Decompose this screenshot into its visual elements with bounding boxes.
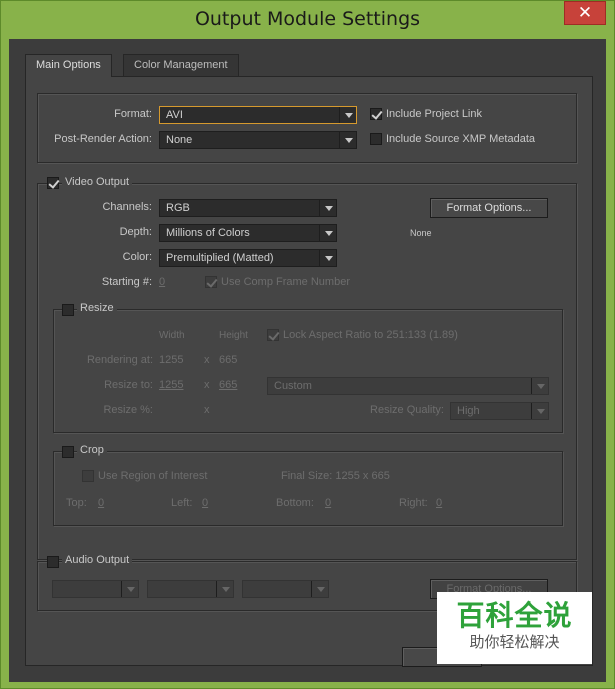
post-render-value: None [166, 134, 193, 146]
chevron-down-icon [531, 403, 548, 419]
channels-value: RGB [166, 202, 190, 214]
chevron-down-icon [531, 378, 548, 394]
resize-quality-value: High [457, 405, 480, 417]
render-width-value: 1255 [159, 354, 184, 366]
crop-label: Crop [77, 444, 107, 456]
percent-times: x [204, 404, 210, 416]
dialog-window: Output Module Settings ✕ Main Options Co… [0, 0, 615, 689]
render-times: x [204, 354, 210, 366]
video-output-label: Video Output [62, 176, 133, 188]
crop-bottom-label: Bottom: [276, 497, 314, 509]
video-output-group: Video Output Channels: RGB Depth: Millio… [37, 176, 577, 560]
lock-aspect-label: Lock Aspect Ratio to 251:133 (1.89) [283, 329, 458, 341]
depth-select[interactable]: Millions of Colors [159, 224, 337, 242]
chevron-down-icon [319, 200, 336, 216]
crop-left-field[interactable]: 0 [202, 497, 208, 509]
use-roi-checkbox[interactable] [82, 470, 94, 482]
post-render-label: Post-Render Action: [54, 133, 152, 145]
chevron-down-icon [319, 250, 336, 266]
rendering-at-label: Rendering at: [86, 354, 153, 366]
crop-left-label: Left: [171, 497, 193, 509]
resize-preset-value: Custom [274, 380, 312, 392]
codec-info-text: None [410, 228, 432, 238]
render-height-value: 665 [219, 354, 238, 366]
tab-main-options[interactable]: Main Options [25, 54, 112, 77]
format-group: Format: AVI Post-Render Action: None Inc… [37, 93, 577, 163]
chevron-down-icon [121, 581, 138, 597]
resize-width-field[interactable]: 1255 [159, 379, 183, 391]
main-options-panel: Format: AVI Post-Render Action: None Inc… [25, 76, 593, 666]
channels-select[interactable]: RGB [159, 199, 337, 217]
format-label: Format: [114, 108, 152, 120]
crop-top-label: Top: [66, 497, 87, 509]
resize-quality-select[interactable]: High [450, 402, 549, 420]
resize-checkbox[interactable] [62, 304, 74, 316]
width-header: Width [159, 330, 185, 341]
chevron-down-icon [339, 132, 356, 148]
starting-number-label: Starting #: [101, 276, 152, 288]
lock-aspect-checkbox[interactable] [267, 329, 279, 341]
watermark-title: 百科全说 [456, 599, 573, 632]
window-title: Output Module Settings [194, 8, 421, 30]
resize-height-field[interactable]: 665 [219, 379, 237, 391]
use-comp-frame-checkbox[interactable] [205, 276, 217, 288]
depth-value: Millions of Colors [166, 227, 250, 239]
chevron-down-icon [339, 107, 356, 123]
resize-to-label: Resize to: [104, 379, 153, 391]
resize-preset-select[interactable]: Custom [267, 377, 549, 395]
depth-label: Depth: [119, 226, 152, 238]
crop-group: Crop Use Region of Interest Final Size: … [53, 444, 563, 526]
crop-right-label: Right: [399, 497, 428, 509]
color-value: Premultiplied (Matted) [166, 252, 274, 264]
use-comp-frame-label: Use Comp Frame Number [221, 276, 350, 288]
tab-color-management[interactable]: Color Management [123, 54, 239, 76]
watermark-subtitle: 助你轻松解决 [469, 633, 560, 651]
crop-checkbox[interactable] [62, 446, 74, 458]
resize-times: x [204, 379, 210, 391]
watermark-logo: 百科全说 助你轻松解决 [437, 592, 592, 664]
post-render-select[interactable]: None [159, 131, 357, 149]
include-project-link-label: Include Project Link [386, 108, 482, 120]
crop-bottom-field[interactable]: 0 [325, 497, 331, 509]
crop-right-field[interactable]: 0 [436, 497, 442, 509]
audio-output-checkbox[interactable] [47, 556, 59, 568]
include-xmp-checkbox[interactable] [370, 133, 382, 145]
resize-label: Resize [77, 302, 117, 314]
close-button[interactable]: ✕ [564, 1, 606, 25]
video-output-checkbox[interactable] [47, 177, 59, 189]
color-label: Color: [122, 251, 152, 263]
use-roi-label: Use Region of Interest [98, 470, 208, 482]
chevron-down-icon [216, 581, 233, 597]
chevron-down-icon [311, 581, 328, 597]
color-select[interactable]: Premultiplied (Matted) [159, 249, 337, 267]
crop-top-field[interactable]: 0 [98, 497, 104, 509]
dialog-client: Main Options Color Management Format: AV… [9, 39, 606, 682]
height-header: Height [219, 330, 248, 341]
starting-number-field[interactable]: 0 [159, 276, 165, 288]
audio-output-label: Audio Output [62, 554, 133, 566]
audio-channels-select[interactable] [242, 580, 329, 598]
resize-percent-label: Resize %: [103, 404, 153, 416]
include-xmp-label: Include Source XMP Metadata [386, 133, 535, 145]
resize-quality-label: Resize Quality: [370, 404, 444, 416]
final-size-text: Final Size: 1255 x 665 [281, 470, 390, 482]
format-value: AVI [166, 109, 183, 121]
include-project-link-checkbox[interactable] [370, 108, 382, 120]
chevron-down-icon [319, 225, 336, 241]
audio-rate-select[interactable] [52, 580, 139, 598]
audio-depth-select[interactable] [147, 580, 234, 598]
channels-label: Channels: [102, 201, 152, 213]
resize-group: Resize Width Height Lock Aspect Ratio to… [53, 302, 563, 433]
video-format-options-button[interactable]: Format Options... [430, 198, 548, 218]
format-select[interactable]: AVI [159, 106, 357, 124]
